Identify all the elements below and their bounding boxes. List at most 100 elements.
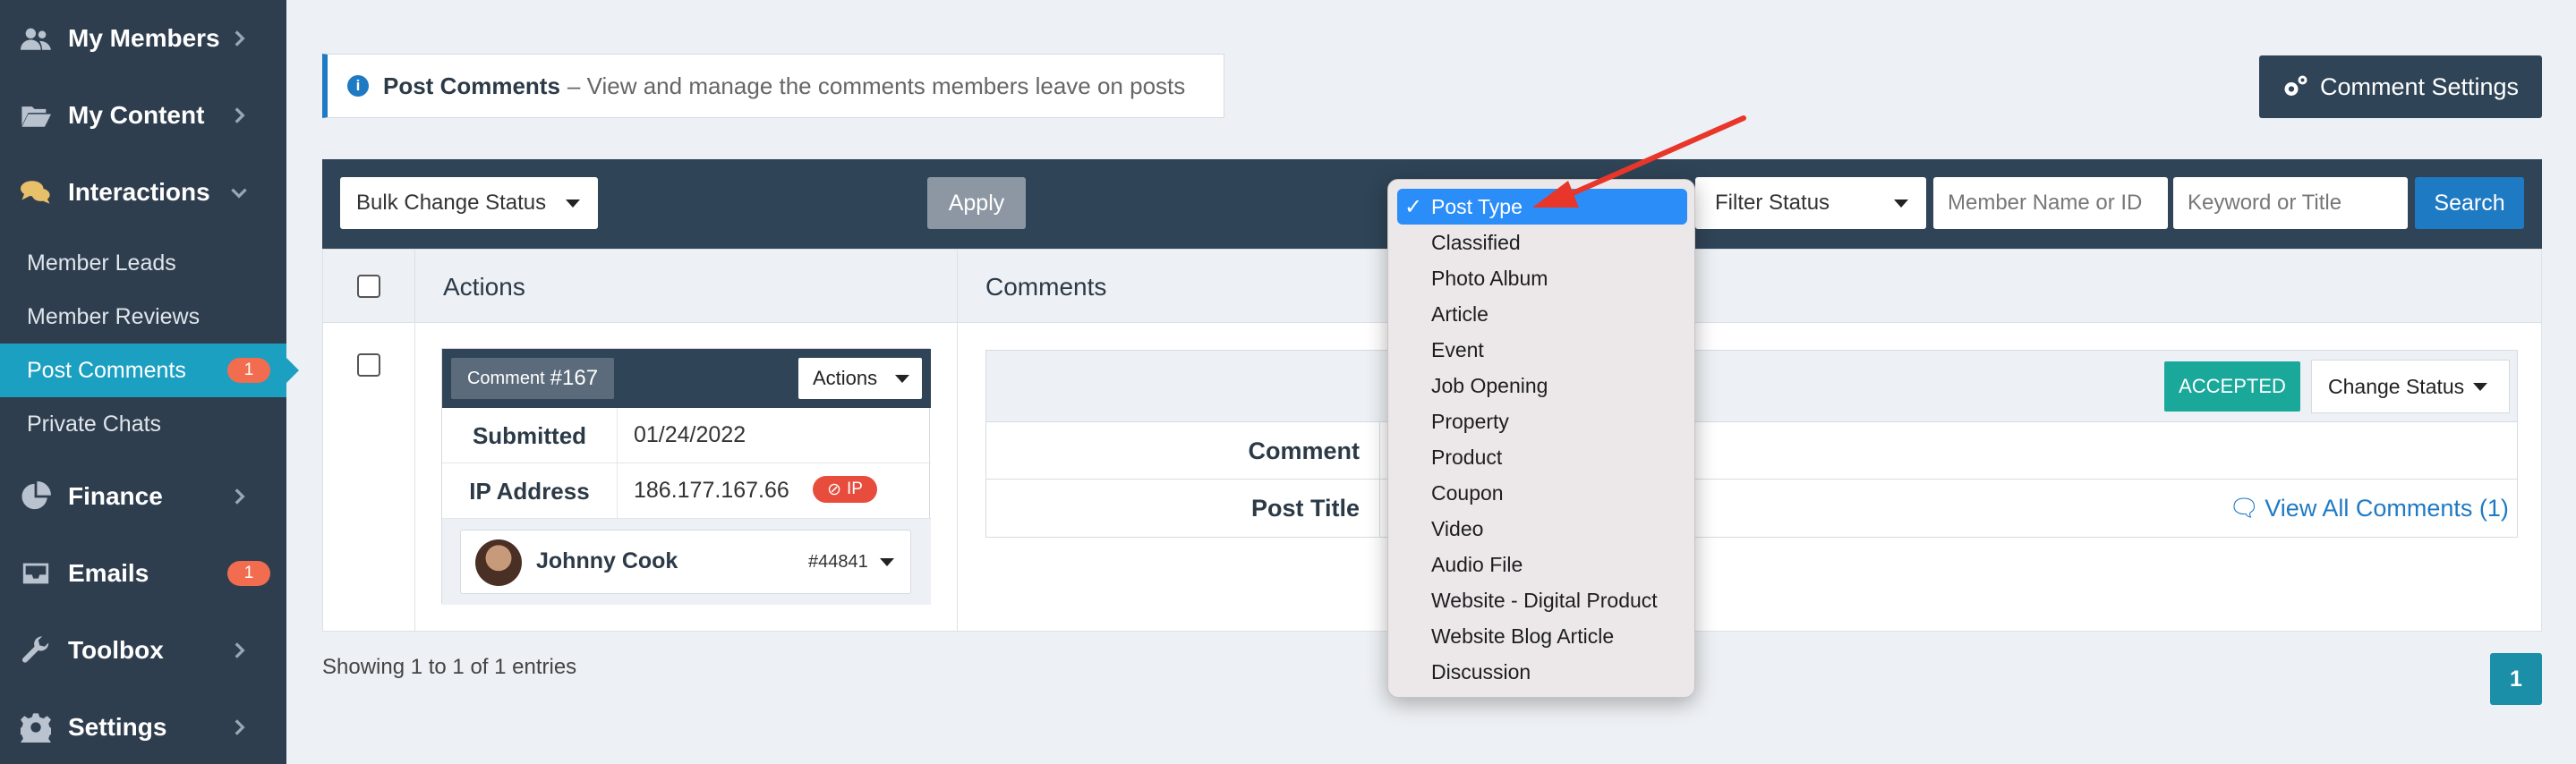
sidebar-item-post-comments[interactable]: Post Comments 1 (0, 344, 299, 397)
checkmark-icon: ✓ (1404, 195, 1423, 219)
row-actions-button[interactable]: Actions (798, 358, 922, 399)
ip-badge-label: IP (846, 480, 863, 498)
dropdown-option-label: Audio File (1431, 552, 1523, 576)
submitted-row: Submitted 01/24/2022 (442, 408, 931, 463)
nav-item-emails[interactable]: Emails 1 (0, 535, 286, 612)
nav-item-my-content[interactable]: My Content (0, 77, 286, 154)
keyword-search-input[interactable] (2173, 177, 2408, 229)
comment-settings-button[interactable]: Comment Settings (2259, 55, 2542, 118)
filter-status-select[interactable]: Filter Status (1695, 177, 1926, 229)
select-all-checkbox[interactable] (357, 275, 380, 298)
sub-item-label: Private Chats (27, 411, 162, 437)
dropdown-option-website-digital-product[interactable]: Website - Digital Product (1397, 582, 1687, 618)
apply-button[interactable]: Apply (927, 177, 1026, 229)
users-icon (20, 22, 52, 55)
member-search-input[interactable] (1933, 177, 2168, 229)
dropdown-option-article[interactable]: Article (1397, 296, 1687, 332)
row-actions-label: Actions (813, 367, 878, 389)
block-ip-button[interactable]: ⊘ IP (813, 476, 877, 503)
status-badge: ACCEPTED (2164, 361, 2300, 412)
caret-down-icon (566, 199, 580, 208)
sub-item-label: Post Comments (27, 357, 186, 383)
nav-item-finance[interactable]: Finance (0, 458, 286, 535)
ban-icon: ⊘ (827, 480, 841, 499)
search-label: Search (2434, 190, 2505, 216)
sidebar-item-member-leads[interactable]: Member Leads (0, 236, 286, 290)
comment-key: Comment (986, 422, 1380, 480)
ip-address-label: IP Address (442, 463, 618, 519)
page-info-banner: i Post Comments – View and manage the co… (322, 54, 1224, 118)
notification-badge: 1 (227, 358, 270, 383)
folder-open-icon (20, 99, 52, 132)
column-divider (957, 250, 958, 631)
dropdown-option-label: Article (1431, 301, 1488, 326)
gears-icon (2284, 75, 2307, 96)
comments-icon: 🗨 (2229, 495, 2260, 522)
comment-settings-label: Comment Settings (2319, 72, 2520, 100)
apply-label: Apply (948, 190, 1005, 216)
dropdown-option-coupon[interactable]: Coupon (1397, 475, 1687, 511)
page-title: Post Comments (383, 72, 560, 99)
sidebar-item-private-chats[interactable]: Private Chats (0, 397, 286, 451)
chevron-right-icon (227, 27, 251, 50)
comments-icon (20, 176, 52, 208)
sidebar-item-member-reviews[interactable]: Member Reviews (0, 290, 286, 344)
dropdown-option-job-opening[interactable]: Job Opening (1397, 368, 1687, 403)
bulk-change-status-select[interactable]: Bulk Change Status (340, 177, 598, 229)
comment-label: Comment (466, 368, 545, 388)
nav-item-label: Interactions (68, 178, 210, 206)
dropdown-option-product[interactable]: Product (1397, 439, 1687, 475)
chevron-right-icon (227, 716, 251, 739)
change-status-label: Change Status (2328, 374, 2465, 398)
column-header-comments: Comments (985, 273, 1107, 301)
dropdown-option-discussion[interactable]: Discussion (1397, 654, 1687, 690)
change-status-button[interactable]: Change Status (2311, 360, 2510, 413)
dropdown-option-label: Post Type (1431, 194, 1523, 218)
caret-down-icon (895, 375, 909, 383)
dropdown-option-video[interactable]: Video (1397, 511, 1687, 547)
search-button[interactable]: Search (2415, 177, 2524, 229)
dropdown-option-label: Classified (1431, 230, 1521, 254)
inbox-icon (20, 557, 52, 590)
nav-item-label: My Members (68, 24, 220, 52)
pagination-page-1[interactable]: 1 (2490, 653, 2542, 705)
dropdown-option-audio-file[interactable]: Audio File (1397, 547, 1687, 582)
dropdown-option-label: Photo Album (1431, 266, 1548, 290)
dropdown-option-label: Coupon (1431, 480, 1504, 505)
comment-detail-panel: ACCEPTED Change Status Comment Post Titl… (985, 350, 2518, 538)
info-icon: i (347, 75, 369, 97)
caret-down-icon (2473, 383, 2487, 391)
row-checkbox[interactable] (357, 353, 380, 377)
ip-address-row: IP Address 186.177.167.66 ⊘ IP (442, 463, 931, 519)
sidebar: My Members My Content Interactions Membe… (0, 0, 299, 764)
dropdown-option-label: Website Blog Article (1431, 624, 1615, 648)
notification-badge: 1 (227, 561, 270, 586)
bulk-change-status-label: Bulk Change Status (356, 191, 547, 215)
member-selector[interactable]: Johnny Cook #44841 (460, 530, 911, 594)
wrench-icon (20, 634, 52, 666)
nav-item-my-members[interactable]: My Members (0, 0, 286, 77)
dropdown-option-classified[interactable]: Classified (1397, 225, 1687, 260)
comment-id-badge: Comment #167 (451, 358, 614, 399)
nav-item-settings[interactable]: Settings (0, 689, 286, 764)
nav-item-toolbox[interactable]: Toolbox (0, 612, 286, 689)
post-title-key: Post Title (986, 480, 1380, 537)
dropdown-option-label: Property (1431, 409, 1509, 433)
column-header-actions: Actions (443, 273, 525, 301)
member-row: Johnny Cook #44841 (442, 519, 931, 605)
dropdown-option-event[interactable]: Event (1397, 332, 1687, 368)
dropdown-option-label: Job Opening (1431, 373, 1548, 397)
view-all-comments-link[interactable]: 🗨 View All Comments (1) (2229, 494, 2509, 522)
dropdown-option-photo-album[interactable]: Photo Album (1397, 260, 1687, 296)
caret-down-icon (1894, 199, 1908, 208)
comment-number: #167 (550, 366, 599, 390)
member-id: #44841 (808, 552, 868, 572)
dropdown-option-website-blog-article[interactable]: Website Blog Article (1397, 618, 1687, 654)
dropdown-option-label: Event (1431, 337, 1484, 361)
page-subtitle: – View and manage the comments members l… (567, 72, 1186, 99)
dropdown-option-label: Video (1431, 516, 1484, 540)
nav-item-interactions[interactable]: Interactions (0, 154, 286, 231)
dropdown-option-post-type[interactable]: ✓ Post Type (1397, 189, 1687, 225)
dropdown-option-property[interactable]: Property (1397, 403, 1687, 439)
ip-address-value: 186.177.167.66 (634, 478, 789, 503)
